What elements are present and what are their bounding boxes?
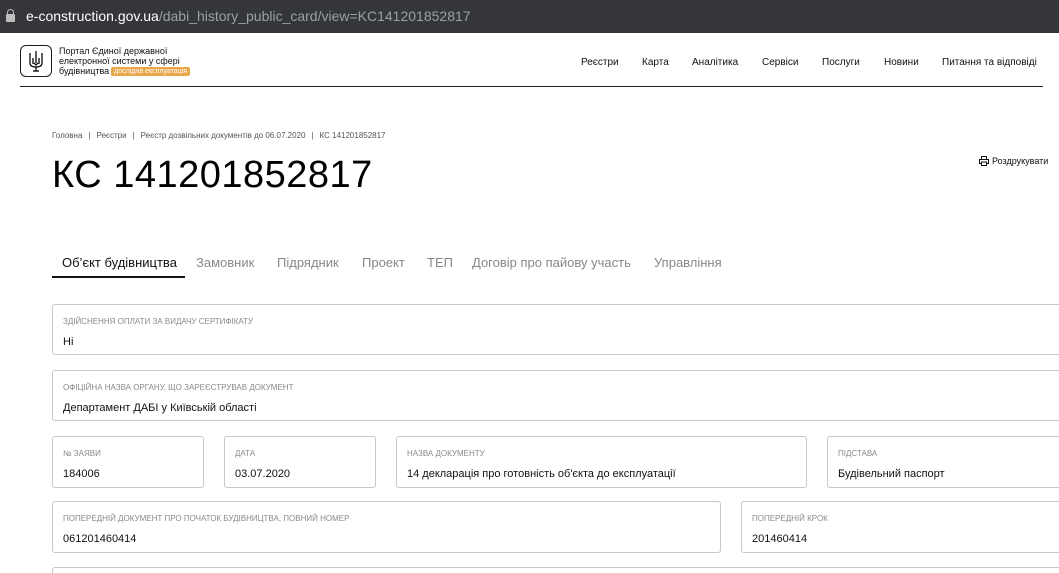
field-label: Дата [235, 449, 256, 458]
field-value: 061201460414 [63, 533, 137, 545]
tab-contractor[interactable]: Підрядник [277, 254, 339, 271]
nav-offerings[interactable]: Послуги [822, 57, 860, 69]
field-date: Дата 03.07.2020 [224, 436, 376, 488]
printer-icon [979, 156, 989, 166]
tab-object[interactable]: Об’єкт будівництва [62, 254, 177, 271]
field-value: 201460414 [752, 533, 808, 545]
url-text[interactable]: e-construction.gov.ua/dabi_history_publi… [26, 8, 471, 25]
nav-services[interactable]: Сервіси [762, 57, 798, 69]
field-payment: Здійснення оплати за видачу сертифікату … [52, 304, 1059, 355]
main-nav: Реєстри Карта Аналітика Сервіси Послуги … [0, 57, 1059, 71]
breadcrumb-home[interactable]: Головна [52, 131, 82, 140]
field-basis: Підстава Будівельний паспорт [827, 436, 1059, 488]
header-divider [20, 86, 1043, 87]
tab-project[interactable]: Проект [362, 254, 405, 271]
page-title: КС 141201852817 [52, 154, 373, 196]
nav-registries[interactable]: Реєстри [581, 57, 619, 69]
breadcrumb-registries[interactable]: Реєстри [96, 131, 126, 140]
field-application-number: № заяви 184006 [52, 436, 204, 488]
nav-analytics[interactable]: Аналітика [692, 57, 738, 69]
nav-map[interactable]: Карта [642, 57, 669, 69]
active-tab-indicator [52, 276, 185, 278]
field-label: Підстава [838, 449, 878, 458]
field-value: Ні [63, 336, 74, 348]
field-value: 184006 [63, 468, 100, 480]
breadcrumb-current: КС 141201852817 [319, 131, 386, 140]
nav-faq[interactable]: Питання та відповіді [942, 57, 1037, 69]
field-value: 14 декларація про готовність об'єкта до … [407, 468, 676, 480]
tab-management[interactable]: Управління [654, 254, 722, 271]
field-label: Офіційна назва органу, що зареєстрував д… [63, 383, 294, 392]
field-value: 03.07.2020 [235, 468, 291, 480]
field-document-name: Назва документу 14 декларація про готовн… [396, 436, 807, 488]
tab-customer[interactable]: Замовник [196, 254, 254, 271]
lock-icon[interactable] [6, 9, 15, 23]
tab-tep[interactable]: ТЕП [427, 254, 453, 271]
field-label: Попередній документ про початок будівниц… [63, 514, 350, 523]
breadcrumb-registry[interactable]: Реєстр дозвільних документів до 06.07.20… [141, 131, 306, 140]
breadcrumb: Головна | Реєстри | Реєстр дозвільних докуме… [52, 131, 386, 140]
field-value: Будівельний паспорт [838, 468, 945, 480]
field-label: Попередній крок [752, 514, 828, 523]
tab-contract[interactable]: Договір про пайову участь [472, 254, 631, 271]
print-label: Роздрукувати [992, 156, 1049, 166]
portal-name-line1: Портал Єдиної державної [59, 46, 168, 56]
field-label: № заяви [63, 449, 101, 458]
field-label: Назва документу [407, 449, 485, 458]
field-value: Департамент ДАБІ у Київській області [63, 402, 257, 414]
browser-address-bar[interactable]: e-construction.gov.ua/dabi_history_publi… [0, 0, 1059, 33]
print-button[interactable]: Роздрукувати [979, 155, 1048, 167]
nav-news[interactable]: Новини [884, 57, 919, 69]
field-previous-document: Попередній документ про початок будівниц… [52, 501, 721, 553]
field-label: Здійснення оплати за видачу сертифікату [63, 317, 254, 326]
field-authority: Офіційна назва органу, що зареєстрував д… [52, 370, 1059, 421]
field-next-card [52, 567, 1059, 573]
field-previous-step: Попередній крок 201460414 [741, 501, 1059, 553]
